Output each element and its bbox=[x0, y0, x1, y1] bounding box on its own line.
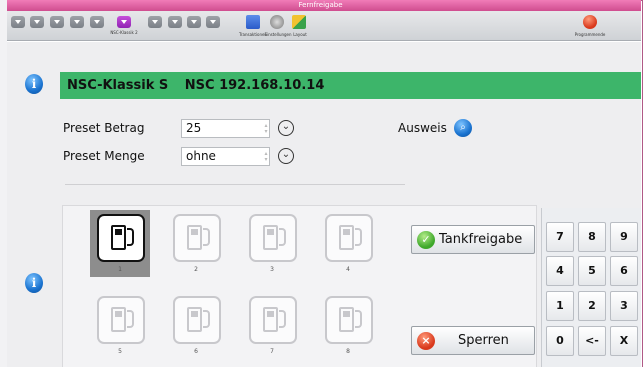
id-label: Ausweis bbox=[398, 121, 447, 135]
exit-label: Programmende bbox=[574, 32, 606, 37]
pump-hose bbox=[355, 310, 362, 328]
pump-hose bbox=[127, 228, 134, 246]
preset-amount-field[interactable]: 25 ▴ ▾ bbox=[181, 119, 270, 138]
pump-button-5[interactable] bbox=[97, 296, 145, 344]
checkmark-icon: ✓ bbox=[417, 231, 435, 249]
keypad-key-2[interactable]: 2 bbox=[578, 291, 606, 321]
pump-hose bbox=[203, 228, 210, 246]
keypad-key-0[interactable]: 0 bbox=[546, 326, 574, 356]
keypad-backspace-key[interactable]: <- bbox=[578, 326, 606, 356]
keypad-key-7[interactable]: 7 bbox=[546, 222, 574, 252]
layout-label: Layout bbox=[293, 32, 307, 37]
search-icon[interactable]: ⌕ bbox=[454, 119, 472, 137]
toolbar-tab-button[interactable] bbox=[11, 16, 25, 28]
preset-quantity-field[interactable]: ohne ▴ ▾ bbox=[181, 147, 270, 166]
toolbar-tab-button[interactable] bbox=[148, 16, 162, 28]
pump-button-2[interactable] bbox=[173, 214, 221, 262]
pump-number: 2 bbox=[194, 266, 198, 273]
window-title: Fernfreigabe bbox=[0, 0, 641, 11]
pump-button-7[interactable] bbox=[249, 296, 297, 344]
settings-icon[interactable] bbox=[270, 15, 284, 29]
spinner-icon[interactable]: ▴ ▾ bbox=[263, 151, 269, 163]
toolbar-tab-button[interactable] bbox=[70, 16, 84, 28]
keypad-key-5[interactable]: 5 bbox=[578, 256, 606, 286]
fuel-pump-icon bbox=[187, 225, 202, 250]
device-address: NSC 192.168.10.14 bbox=[184, 78, 325, 93]
toolbar-tab-button[interactable] bbox=[90, 16, 104, 28]
preset-amount-value: 25 bbox=[186, 121, 202, 135]
toolbar-tab-button[interactable] bbox=[187, 16, 201, 28]
left-strip bbox=[0, 0, 7, 367]
toolbar-tab-button[interactable] bbox=[30, 16, 44, 28]
pump-hose bbox=[203, 310, 210, 328]
preset-quantity-label: Preset Menge bbox=[63, 149, 145, 163]
fuel-pump-icon bbox=[339, 307, 354, 332]
pump-number: 1 bbox=[118, 266, 122, 273]
toolbar: NSC-Klassik 2 Transaktionen Einstellunge… bbox=[0, 11, 641, 41]
preset-amount-label: Preset Betrag bbox=[63, 121, 145, 135]
fuel-pump-icon bbox=[263, 307, 278, 332]
pump-hose bbox=[355, 228, 362, 246]
lock-button[interactable]: × Sperren bbox=[411, 326, 535, 355]
toolbar-tab-nsc-klassik-2[interactable] bbox=[117, 16, 131, 28]
toolbar-tab-label: NSC-Klassik 2 bbox=[110, 30, 138, 35]
divider bbox=[65, 184, 405, 185]
fuel-pump-icon bbox=[111, 225, 126, 250]
keypad-key-9[interactable]: 9 bbox=[610, 222, 638, 252]
pump-button-4[interactable] bbox=[325, 214, 373, 262]
pump-hose bbox=[279, 228, 286, 246]
info-icon[interactable]: i bbox=[25, 74, 43, 94]
pump-number: 7 bbox=[270, 348, 274, 355]
pump-button-1[interactable] bbox=[97, 214, 145, 262]
pump-number: 3 bbox=[270, 266, 274, 273]
toolbar-tab-button[interactable] bbox=[50, 16, 64, 28]
pump-number: 4 bbox=[346, 266, 350, 273]
spinner-icon[interactable]: ▴ ▾ bbox=[263, 123, 269, 135]
release-button[interactable]: ✓ Tankfreigabe bbox=[411, 225, 535, 254]
keypad-clear-key[interactable]: X bbox=[610, 326, 638, 356]
chevron-down-icon[interactable]: ⌄ bbox=[278, 120, 294, 136]
chevron-down-icon[interactable]: ⌄ bbox=[278, 148, 294, 164]
keypad-key-6[interactable]: 6 bbox=[610, 256, 638, 286]
fuel-pump-icon bbox=[187, 307, 202, 332]
fuel-pump-icon bbox=[263, 225, 278, 250]
lock-label: Sperren bbox=[458, 333, 509, 348]
pump-hose bbox=[279, 310, 286, 328]
pump-button-6[interactable] bbox=[173, 296, 221, 344]
pump-button-3[interactable] bbox=[249, 214, 297, 262]
exit-icon[interactable] bbox=[583, 15, 597, 29]
pump-number: 8 bbox=[346, 348, 350, 355]
info-icon[interactable]: i bbox=[25, 273, 43, 293]
layout-icon[interactable] bbox=[292, 15, 306, 29]
keypad-key-3[interactable]: 3 bbox=[610, 291, 638, 321]
toolbar-tab-button[interactable] bbox=[168, 16, 182, 28]
keypad-key-4[interactable]: 4 bbox=[546, 256, 574, 286]
device-header: NSC-Klassik S NSC 192.168.10.14 bbox=[60, 72, 641, 99]
pump-number: 6 bbox=[194, 348, 198, 355]
preset-quantity-value: ohne bbox=[186, 149, 216, 163]
keypad-key-1[interactable]: 1 bbox=[546, 291, 574, 321]
close-icon: × bbox=[417, 332, 435, 350]
keypad: 7 8 9 4 5 6 1 2 3 0 <- X bbox=[541, 208, 641, 367]
pump-button-8[interactable] bbox=[325, 296, 373, 344]
device-name: NSC-Klassik S bbox=[67, 78, 169, 93]
pump-hose bbox=[127, 310, 134, 328]
fuel-pump-icon bbox=[339, 225, 354, 250]
release-label: Tankfreigabe bbox=[439, 232, 523, 247]
fuel-pump-icon bbox=[111, 307, 126, 332]
toolbar-tab-button[interactable] bbox=[206, 16, 220, 28]
transactions-icon[interactable] bbox=[246, 15, 260, 29]
keypad-key-8[interactable]: 8 bbox=[578, 222, 606, 252]
pump-number: 5 bbox=[118, 348, 122, 355]
